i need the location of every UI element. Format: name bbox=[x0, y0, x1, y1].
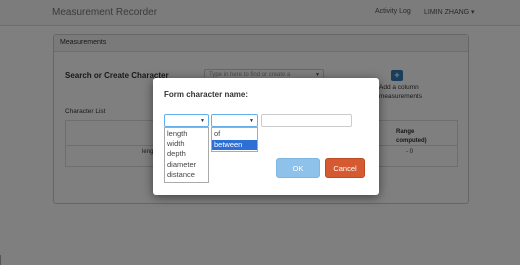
option-depth[interactable]: depth bbox=[165, 149, 208, 159]
dialog-title: Form character name: bbox=[164, 90, 249, 99]
cancel-button[interactable]: Cancel bbox=[325, 158, 365, 178]
character-type-select[interactable]: ▼ bbox=[164, 114, 209, 127]
option-between[interactable]: between bbox=[212, 140, 257, 150]
caret-down-icon: ▼ bbox=[249, 118, 254, 124]
character-type-dropdown: length width depth diameter distance bbox=[164, 127, 209, 183]
preposition-select[interactable]: ▼ bbox=[211, 114, 258, 127]
option-diameter[interactable]: diameter bbox=[165, 160, 208, 170]
option-length[interactable]: length bbox=[165, 129, 208, 139]
option-width[interactable]: width bbox=[165, 139, 208, 149]
option-of[interactable]: of bbox=[212, 129, 257, 139]
caret-down-icon: ▼ bbox=[200, 118, 205, 124]
form-character-name-dialog: Form character name: ▼ ▼ length width de… bbox=[153, 78, 379, 195]
ok-button[interactable]: OK bbox=[276, 158, 320, 178]
character-name-input[interactable] bbox=[261, 114, 352, 127]
preposition-dropdown: of between bbox=[211, 127, 258, 152]
option-distance[interactable]: distance bbox=[165, 170, 208, 180]
window-edge bbox=[0, 255, 1, 265]
